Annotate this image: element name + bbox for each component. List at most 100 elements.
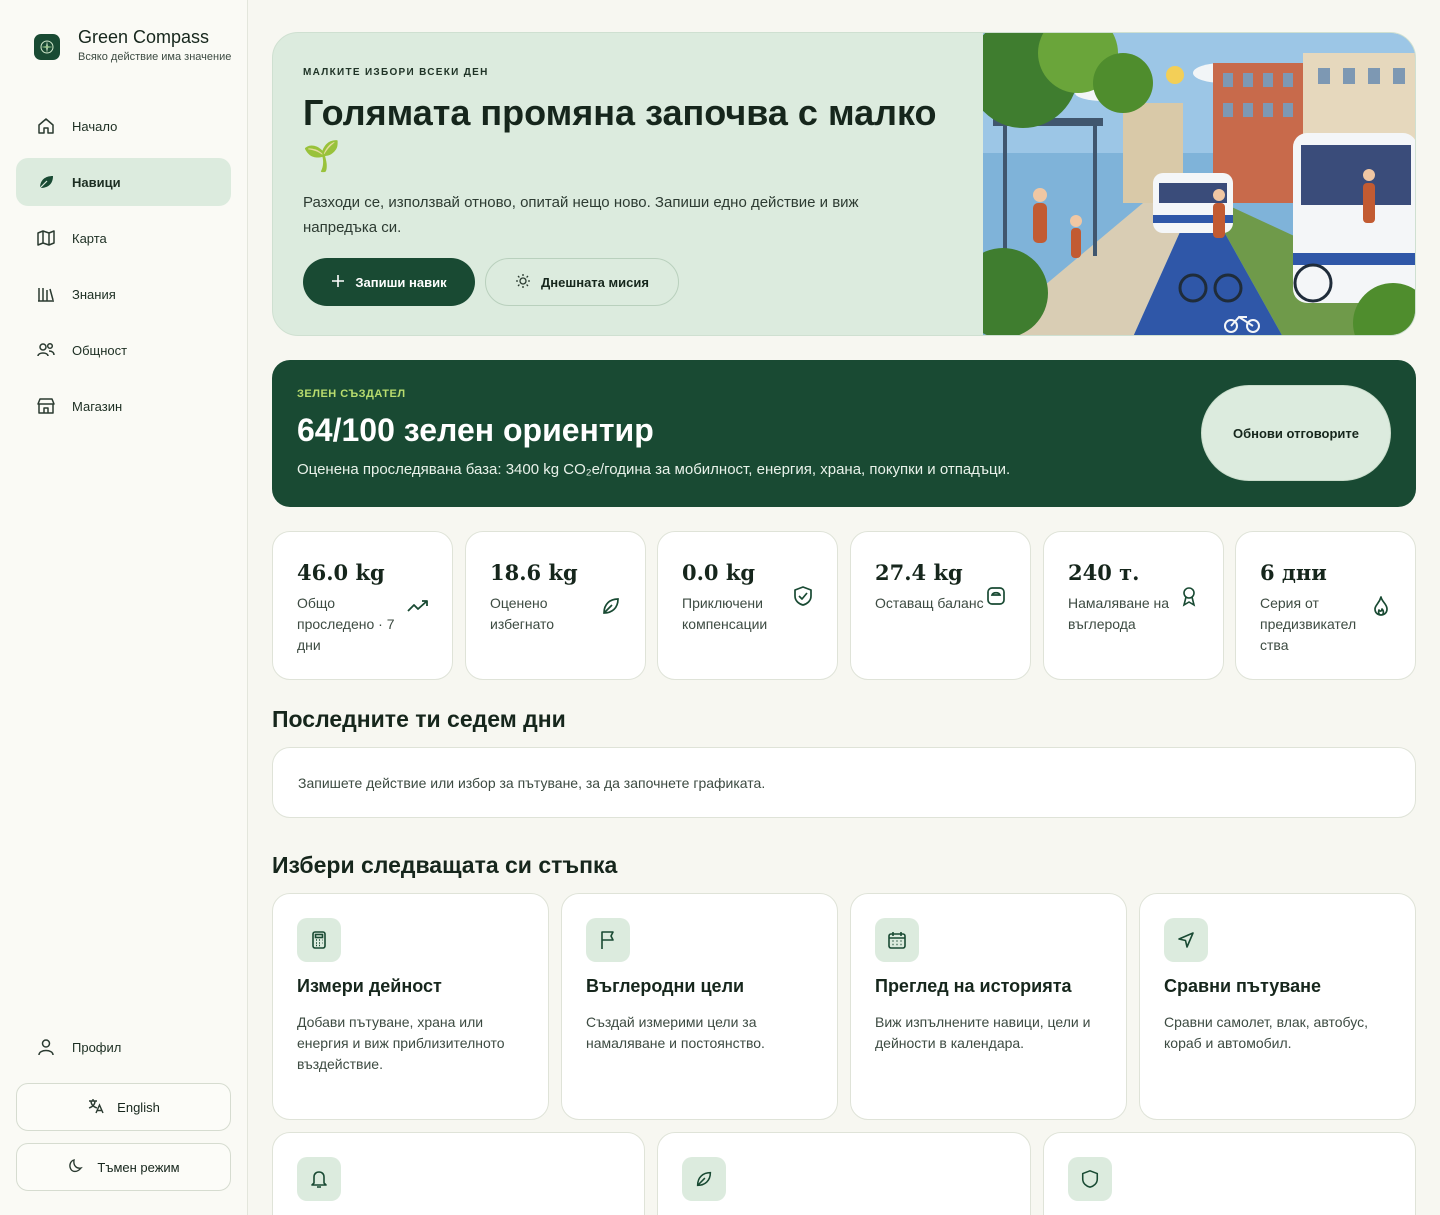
nav-item-map[interactable]: Карта	[16, 214, 231, 262]
flame-icon	[1369, 594, 1393, 618]
stat-card-avoided: 18.6 kg Оценено избегнато	[465, 531, 646, 680]
theme-label: Тъмен режим	[97, 1159, 180, 1175]
stat-card-streak: 6 дни Серия от предизвикател ства	[1235, 531, 1416, 680]
card-history-review[interactable]: Преглед на историята Виж изпълнените нав…	[850, 893, 1127, 1120]
nav-item-store[interactable]: Магазин	[16, 382, 231, 430]
sprout-icon: 🌱	[303, 140, 341, 173]
plus-icon	[331, 274, 345, 291]
map-icon	[36, 228, 56, 248]
card-title: Въглеродни цели	[586, 976, 745, 996]
calendar-icon	[875, 918, 919, 962]
nav-label: Знания	[72, 286, 116, 302]
scale-icon	[984, 584, 1008, 608]
stat-label: Намаляване на въглерода	[1068, 595, 1170, 632]
leaf-icon	[682, 1157, 726, 1201]
stat-value: 27.4 kg	[875, 560, 963, 585]
brand[interactable]: Green Compass Всяко действие има значени…	[34, 26, 231, 63]
language-label: English	[117, 1099, 160, 1115]
card-carbon-goals[interactable]: Въглеродни цели Създай измерими цели за …	[561, 893, 838, 1120]
card-desc: Виж изпълнените навици, цели и дейности …	[875, 1014, 1091, 1051]
nav-label: Карта	[72, 230, 107, 246]
stat-label: Приключени компенсации	[682, 595, 768, 632]
bell-icon	[297, 1157, 341, 1201]
log-habit-label: Запиши навик	[355, 274, 447, 290]
brand-title: Green Compass	[78, 27, 210, 47]
card-reminders[interactable]	[272, 1132, 645, 1215]
shield-icon	[1068, 1157, 1112, 1201]
score-title: 64/100 зелен ориентир	[297, 412, 654, 448]
card-desc: Добави пътуване, храна или енергия и виж…	[297, 1014, 505, 1072]
log-habit-button[interactable]: Запиши навик	[303, 258, 475, 306]
city-transit-illustration	[983, 33, 1415, 335]
nav-item-habits[interactable]: Навици	[16, 158, 231, 206]
stats-row: 46.0 kg Общо проследено · 7 дни 18.6 kg …	[272, 531, 1416, 680]
stat-value: 6 дни	[1260, 560, 1327, 585]
profile-link[interactable]: Профил	[16, 1023, 231, 1071]
nav-label: Общност	[72, 342, 128, 358]
nav-label: Магазин	[72, 398, 123, 414]
hero-title: Голямата промяна започва с малко	[303, 92, 937, 133]
user-icon	[36, 1037, 56, 1057]
users-icon	[36, 340, 56, 360]
card-title: Преглед на историята	[875, 976, 1072, 996]
stat-value: 18.6 kg	[490, 560, 578, 585]
hero-text: Разходи се, използвай отново, опитай нещ…	[303, 194, 859, 236]
moon-icon	[67, 1157, 85, 1178]
compass-logo-icon	[34, 34, 60, 60]
stat-label: Серия от предизвикател ства	[1260, 595, 1357, 653]
dark-mode-button[interactable]: Тъмен режим	[16, 1143, 231, 1191]
stat-value: 240 т.	[1068, 560, 1140, 585]
stat-card-balance: 27.4 kg Оставащ баланс	[850, 531, 1031, 680]
nav-item-profile[interactable]: Профил	[16, 1023, 231, 1071]
sun-icon	[515, 273, 531, 292]
week-section-title: Последните ти седем дни	[272, 706, 566, 732]
nav-item-knowledge[interactable]: Знания	[16, 270, 231, 318]
card-desc: Създай измерими цели за намаляване и пос…	[586, 1014, 765, 1051]
card-measure-activity[interactable]: Измери дейност Добави пътуване, храна ил…	[272, 893, 549, 1120]
shield-check-icon	[791, 584, 815, 608]
stat-card-total: 46.0 kg Общо проследено · 7 дни	[272, 531, 453, 680]
card-offsets[interactable]	[1043, 1132, 1416, 1215]
nav-item-community[interactable]: Общност	[16, 326, 231, 374]
card-title: Измери дейност	[297, 976, 442, 996]
stat-label: Оставащ баланс	[875, 595, 984, 611]
award-icon	[1177, 584, 1201, 608]
stat-value: 0.0 kg	[682, 560, 756, 585]
language-button[interactable]: English	[16, 1083, 231, 1131]
store-icon	[36, 396, 56, 416]
card-compare-travel[interactable]: Сравни пътуване Сравни самолет, влак, ав…	[1139, 893, 1416, 1120]
brand-subtitle: Всяко действие има значение	[78, 51, 232, 63]
stat-label: Общо проследено · 7 дни	[297, 595, 395, 653]
nav-label: Начало	[72, 118, 118, 134]
nav-label: Навици	[72, 174, 121, 190]
hero-eyebrow: МАЛКИТЕ ИЗБОРИ ВСЕКИ ДЕН	[303, 67, 489, 78]
stat-card-carbon-reduction: 240 т. Намаляване на въглерода	[1043, 531, 1224, 680]
score-eyebrow: ЗЕЛЕН СЪЗДАТЕЛ	[297, 388, 406, 400]
translate-icon	[87, 1097, 105, 1118]
main-nav: Начало Навици Карта Знания Общност Магаз…	[16, 102, 231, 438]
daily-mission-label: Днешната мисия	[541, 274, 649, 290]
card-eco-habits[interactable]	[657, 1132, 1031, 1215]
green-score-card: ЗЕЛЕН СЪЗДАТЕЛ 64/100 зелен ориентир Оце…	[272, 360, 1416, 507]
flag-icon	[586, 918, 630, 962]
profile-label: Профил	[72, 1039, 122, 1055]
card-title: Сравни пътуване	[1164, 976, 1321, 996]
score-text: Оценена проследявана база: 3400 kg CO₂e/…	[297, 461, 1011, 478]
sidebar: Green Compass Всяко действие има значени…	[0, 0, 248, 1215]
navigation-icon	[1164, 918, 1208, 962]
stat-label: Оценено избегнато	[490, 595, 555, 632]
card-desc: Сравни самолет, влак, автобус, кораб и а…	[1164, 1014, 1368, 1051]
stat-card-offsets: 0.0 kg Приключени компенсации	[657, 531, 838, 680]
library-icon	[36, 284, 56, 304]
stat-value: 46.0 kg	[297, 560, 385, 585]
leaf-icon	[599, 594, 623, 618]
week-chart-empty: Запишете действие или избор за пътуване,…	[272, 747, 1416, 818]
next-step-section-title: Избери следващата си стъпка	[272, 852, 618, 878]
trend-icon	[406, 594, 430, 618]
daily-mission-button[interactable]: Днешната мисия	[485, 258, 679, 306]
nav-item-home[interactable]: Начало	[16, 102, 231, 150]
home-icon	[36, 116, 56, 136]
leaf-icon	[36, 172, 56, 192]
update-answers-button[interactable]: Обнови отговорите	[1201, 385, 1391, 481]
calculator-icon	[297, 918, 341, 962]
